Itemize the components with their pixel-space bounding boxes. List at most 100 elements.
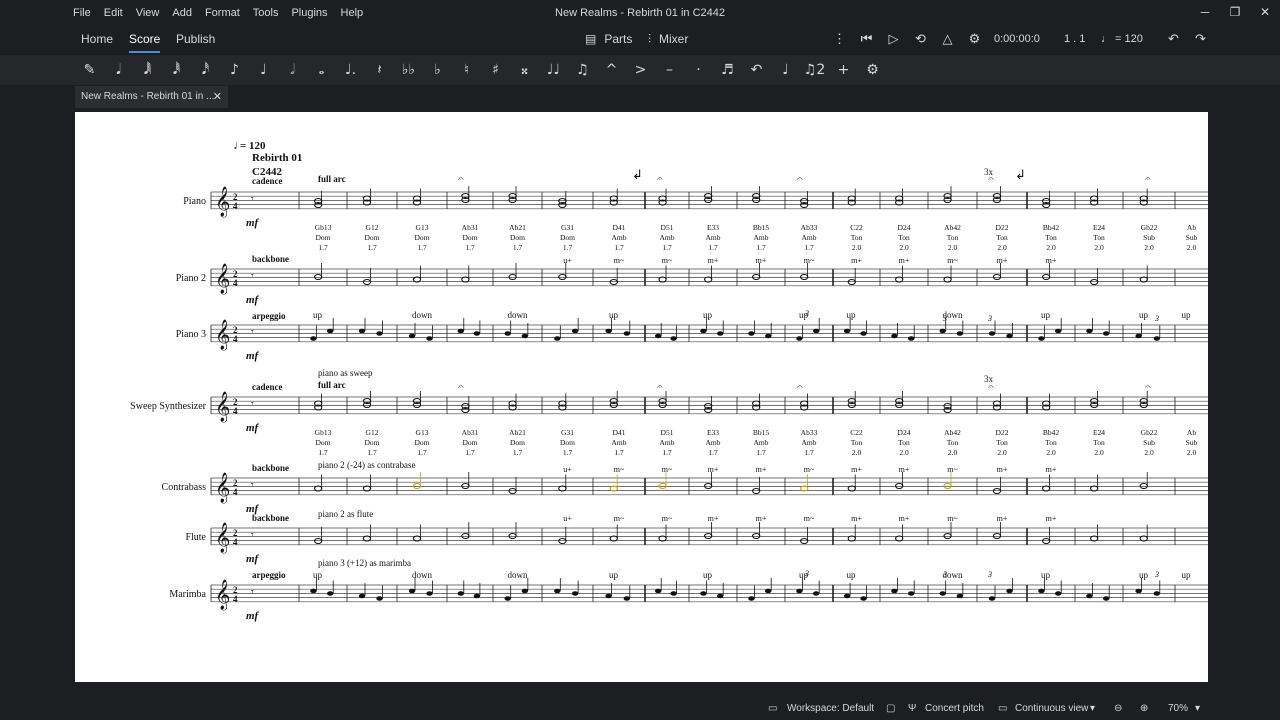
note-head [508,273,517,281]
playback-settings-icon[interactable]: ⚙ [961,31,988,47]
fermata-icon: 𝄐 [797,174,803,185]
note-input-tool-24-icon[interactable]: ♩ [771,62,800,78]
tab-home[interactable]: Home [81,25,113,53]
note-input-tool-27-icon[interactable]: ⚙ [858,62,887,78]
tension-marking: m+ [756,256,767,265]
zoom-in-icon[interactable]: ⊕ [1140,698,1148,720]
note-input-tool-25-icon[interactable]: ♫2 [800,62,829,78]
note-input-tool-3-icon[interactable]: 𝅘𝅥𝅱 [162,62,191,78]
note-input-tool-15-icon[interactable]: 𝄪 [510,62,539,78]
undo-icon[interactable]: ↶ [1160,31,1187,47]
close-icon[interactable]: ✕ [1250,0,1280,25]
zoom-out-icon[interactable]: ⊖ [1114,698,1122,720]
note-input-tool-14-icon[interactable]: ♯ [481,62,510,78]
fermata-icon: 𝄐 [458,382,464,393]
menu-edit[interactable]: Edit [104,7,123,19]
chord-name: Bb42 [1043,223,1060,232]
note-input-tool-10-icon[interactable]: 𝄽 [365,62,394,78]
note-input-tool-5-icon[interactable]: ♪ [220,62,249,78]
tension-marking: m+ [708,256,719,265]
note-input-tool-9-icon[interactable]: ♩. [336,62,365,78]
tempo-display: ♩ = 120 [1101,33,1143,45]
concert-pitch-toggle-icon[interactable]: ▢ [886,698,895,720]
chord-value: 1.7 [465,448,475,457]
note-input-tool-17-icon[interactable]: ♫ [568,62,597,78]
menu-plugins[interactable]: Plugins [291,7,327,19]
note-input-tool-8-icon[interactable]: 𝅝 [307,62,336,78]
note-input-tool-1-icon[interactable]: 𝅘𝅥 [104,62,133,78]
menu-add[interactable]: Add [172,7,192,19]
mixer-button[interactable]: ⫶ Mixer [648,25,688,53]
note-input-tool-22-icon[interactable]: ♬ [713,62,742,78]
staff-text-cadence: cadence [252,382,283,392]
menu-help[interactable]: Help [341,7,364,19]
note-input-tool-20-icon[interactable]: – [655,62,684,78]
concert-pitch-label[interactable]: Concert pitch [925,698,984,720]
fermata-icon: 𝄐 [988,174,994,185]
note-input-tool-11-icon[interactable]: ♭♭ [394,62,423,78]
menu-tools[interactable]: Tools [253,7,279,19]
chevron-down-icon[interactable]: ▾ [1090,698,1095,720]
note-input-tool-2-icon[interactable]: 𝅘𝅥𝅲 [133,62,162,78]
note-input-tool-0-icon[interactable]: ✎ [75,62,104,78]
tuning-fork-icon: Ψ [908,703,917,714]
workspace-selector[interactable]: Workspace: Default [787,698,874,720]
tension-marking: m+ [1046,256,1057,265]
drag-handle-icon[interactable]: ⋮ [826,31,853,47]
close-tab-icon[interactable]: ✕ [213,86,222,108]
chord-function: Ton [1045,438,1057,447]
fermata-icon: 𝄐 [657,382,663,393]
time-signature-bottom: 4 [233,594,238,604]
note-input-tool-7-icon[interactable]: 𝅗𝅥 [278,62,307,78]
note-head [408,333,416,339]
zoom-chevron-icon[interactable]: ▾ [1195,698,1200,720]
document-tab[interactable]: New Realms - Rebirth 01 in ... ✕ [75,86,228,108]
instrument-name: Marimba [169,589,206,600]
note-head [1139,482,1148,490]
minimize-icon[interactable]: ─ [1190,0,1220,25]
tab-score[interactable]: Score [129,25,161,53]
arpeggio-direction: down [412,570,432,580]
score-page[interactable]: ♩= 120Rebirth 01C2442Piano 𝄞 24𝄾mfPiano 2 𝄞… [75,112,1208,682]
note-input-tool-16-icon[interactable]: ♩♩ [539,62,568,78]
parts-button[interactable]: ▤ Parts [585,25,632,53]
view-mode-selector[interactable]: Continuous view [1015,698,1088,720]
note-input-tool-23-icon[interactable]: ↶ [742,62,771,78]
note-input-tool-21-icon[interactable]: · [684,62,713,78]
menu-format[interactable]: Format [205,7,240,19]
note-head [1042,273,1051,281]
note-input-tool-4-icon[interactable]: 𝅘𝅥𝅰 [191,62,220,78]
rewind-icon[interactable]: ⏮ [853,31,880,47]
play-icon[interactable]: ▷ [880,31,907,47]
metronome-icon[interactable]: △ [934,31,961,47]
note-input-tool-19-icon[interactable]: > [626,62,655,78]
note-head [1055,328,1062,334]
redo-icon[interactable]: ↷ [1187,31,1214,47]
score-canvas[interactable]: ♩ = 120 Rebirth 01 C2442 Piano 𝄞 2 4 𝄾 mf Piano 2 𝄞… [75,112,1208,682]
note-head [992,532,1002,540]
menu-view[interactable]: View [136,7,160,19]
chord-function: Sub [1186,438,1198,447]
loop-icon[interactable]: ⟲ [907,31,934,47]
tension-marking: m~ [662,256,673,265]
note-head [860,331,867,336]
note-input-tool-18-icon[interactable]: ^ [597,62,626,78]
note-input-tool-6-icon[interactable]: ♩ [249,62,278,78]
note-head [521,333,529,339]
note-input-tool-26-icon[interactable]: + [829,62,858,78]
note-input-tool-12-icon[interactable]: ♭ [423,62,452,78]
staff-text-contrabass: piano 2 (-24) as contrabase [318,460,415,470]
tab-publish[interactable]: Publish [176,25,215,53]
note-head [658,482,667,490]
note-input-tool-13-icon[interactable]: ♮ [452,62,481,78]
chord-name: D24 [898,428,911,437]
restore-icon[interactable]: ❐ [1220,0,1250,25]
note-head [1135,588,1142,594]
note-head [813,328,820,334]
tension-marking: m~ [614,465,625,474]
chord-function: Amb [612,233,627,242]
chord-function: Ton [947,438,959,447]
arpeggio-direction: up [609,570,619,580]
zoom-level[interactable]: 70% [1168,698,1188,720]
menu-file[interactable]: File [73,7,91,19]
